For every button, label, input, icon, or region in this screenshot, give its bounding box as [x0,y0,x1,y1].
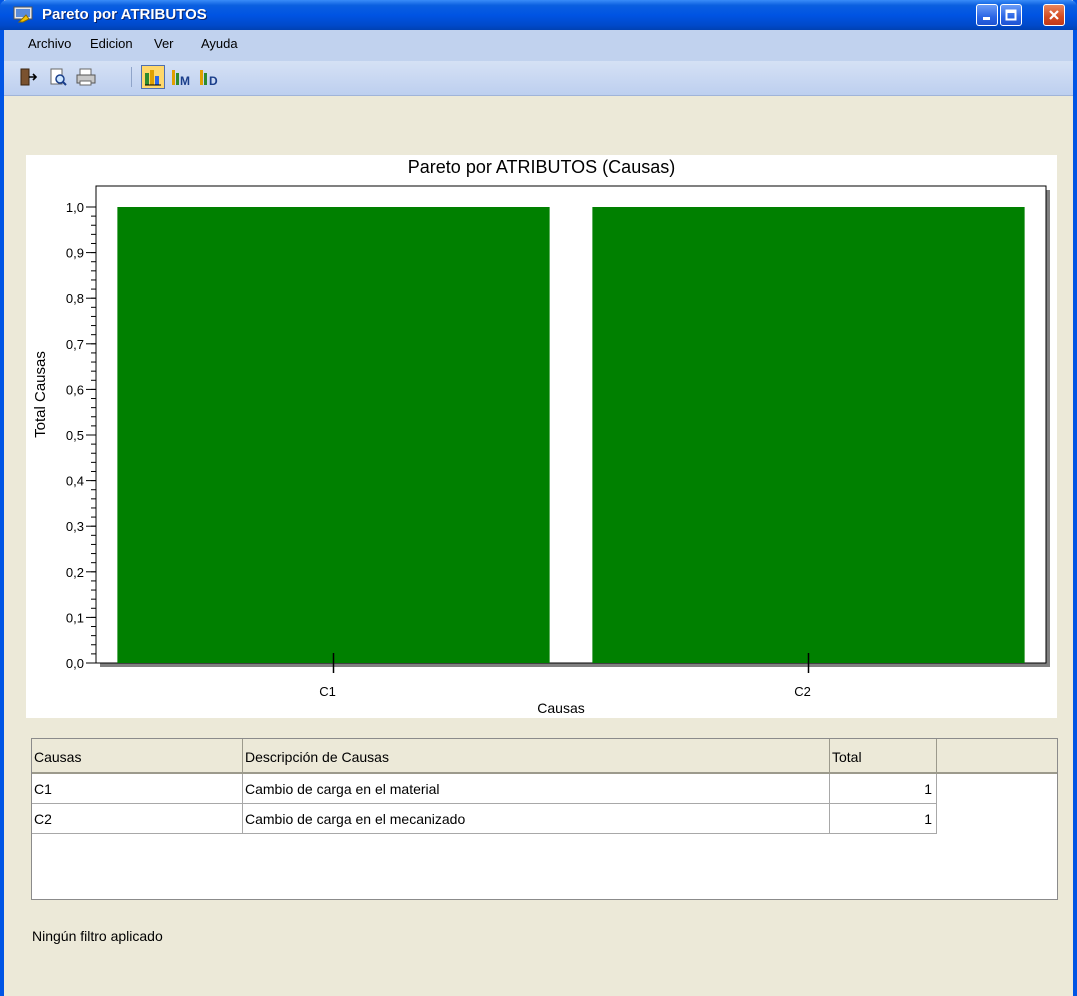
maximize-icon [1005,9,1017,21]
cell-descripcion[interactable]: Cambio de carga en el mecanizado [243,804,830,834]
menu-ver[interactable]: Ver [154,36,174,51]
y-tick-label: 0,1 [66,610,84,625]
header-total[interactable]: Total [830,739,937,772]
y-tick-label: 0,7 [66,337,84,352]
y-tick-label: 0,9 [66,246,84,261]
svg-text:M: M [180,74,190,87]
y-tick-label: 1,0 [66,200,84,215]
table-row[interactable]: C1 Cambio de carga en el material 1 [32,774,937,804]
toolbar-separator [131,67,132,87]
cell-causa[interactable]: C2 [32,804,243,834]
cell-total[interactable]: 1 [830,804,937,834]
y-axis-label: Total Causas [32,351,49,438]
header-causas[interactable]: Causas [32,739,243,772]
y-tick-label: 0,3 [66,519,84,534]
print-preview-icon [50,68,67,86]
y-tick-label: 0,8 [66,291,84,306]
y-tick-label: 0,6 [66,382,84,397]
chart-icon [145,70,161,86]
bar-c1 [117,207,550,663]
app-icon [13,6,33,23]
x-tick-label: C2 [794,684,811,699]
minimize-button[interactable] [976,4,998,26]
header-descripcion[interactable]: Descripción de Causas [243,739,830,772]
minimize-icon [983,17,990,20]
svg-text:D: D [209,74,218,87]
y-tick-label: 0,2 [66,565,84,580]
toolbar: M D [4,61,1073,96]
x-axis-label: Causas [537,700,584,716]
close-button[interactable] [1043,4,1065,26]
table-row[interactable]: C2 Cambio de carga en el mecanizado 1 [32,804,937,834]
status-text: Ningún filtro aplicado [32,928,163,944]
cell-descripcion[interactable]: Cambio de carga en el material [243,774,830,804]
chart-d-button[interactable]: D [198,65,222,89]
table-header: Causas Descripción de Causas Total [32,739,1057,774]
title-bar[interactable]: Pareto por ATRIBUTOS [0,0,1077,30]
cell-causa[interactable]: C1 [32,774,243,804]
chart-button[interactable] [141,65,165,89]
menu-edicion[interactable]: Edicion [90,36,133,51]
x-tick-label: C1 [319,684,336,699]
causes-table[interactable]: Causas Descripción de Causas Total C1 Ca… [31,738,1058,900]
menu-ayuda[interactable]: Ayuda [201,36,238,51]
bar-c2 [592,207,1025,663]
menu-archivo[interactable]: Archivo [28,36,71,51]
chart-m-button[interactable]: M [170,65,194,89]
exit-icon [20,68,38,86]
print-button[interactable] [74,65,98,89]
window-title: Pareto por ATRIBUTOS [42,6,207,23]
chart-m-icon: M [172,70,190,87]
print-preview-button[interactable] [46,65,70,89]
maximize-button[interactable] [1000,4,1022,26]
y-tick-label: 0,0 [66,656,84,671]
cell-total[interactable]: 1 [830,774,937,804]
y-tick-label: 0,5 [66,428,84,443]
pareto-chart: 0,0 0,1 0,2 0,3 0,4 0,5 0,6 0,7 0,8 0,9 1,0 C1 C2 Cau… [32,185,1050,716]
exit-button[interactable] [16,65,40,89]
print-icon [76,68,96,86]
y-tick-label: 0,4 [66,474,84,489]
chart-d-icon: D [200,70,218,87]
chart-panel: Pareto por ATRIBUTOS (Causas) 0,0 0,1 0,2 0… [26,155,1057,718]
close-icon [1049,10,1059,20]
